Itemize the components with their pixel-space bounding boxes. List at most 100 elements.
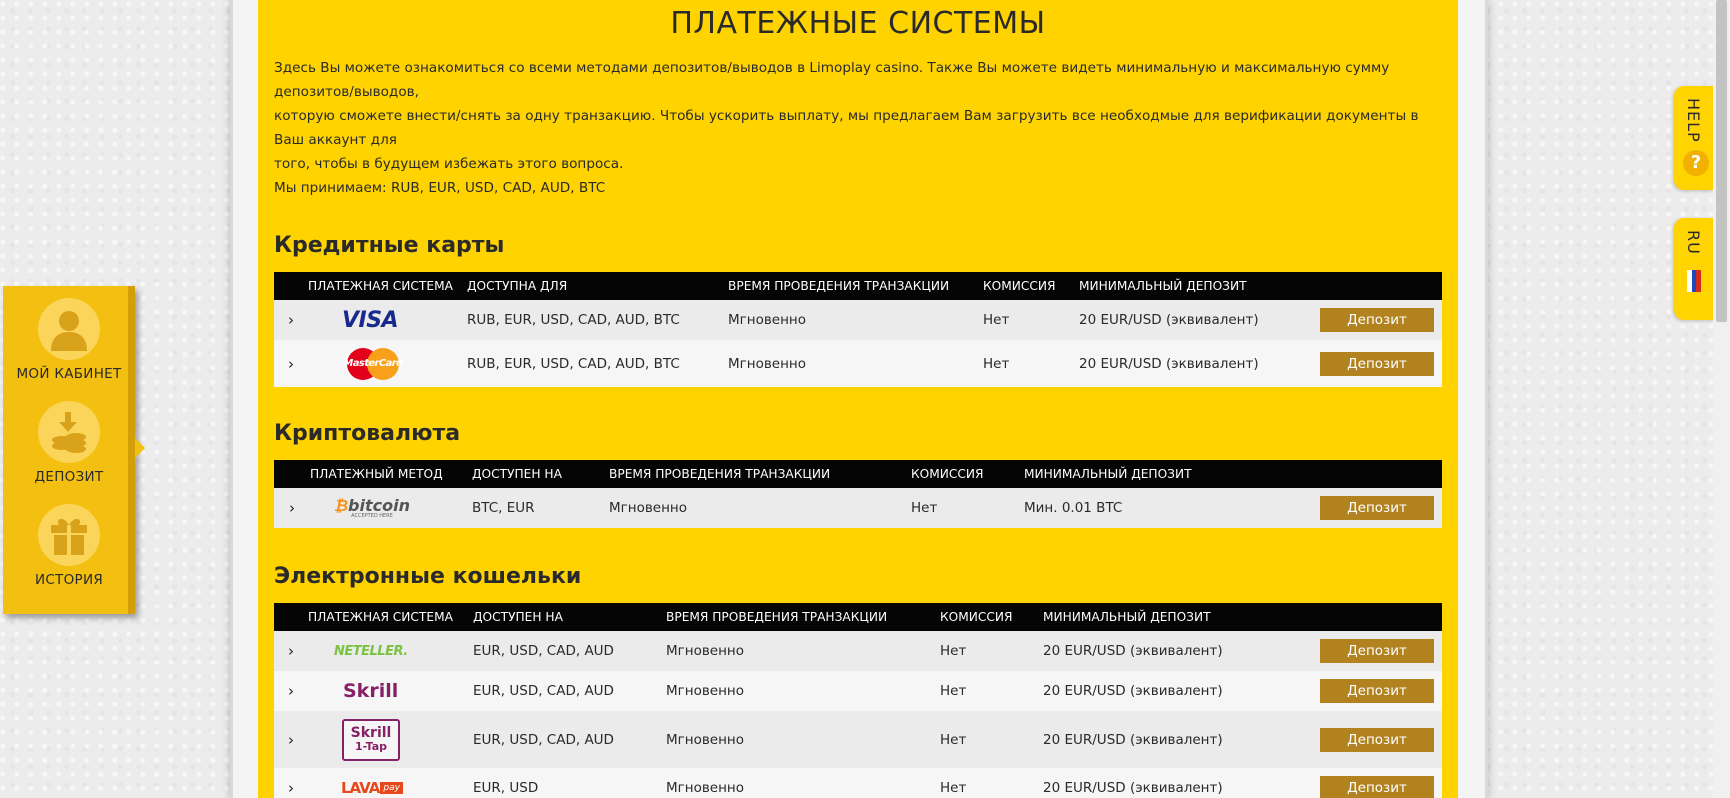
fee-cell: Нет [911, 500, 938, 516]
currencies-cell: RUB, EUR, USD, CAD, AUD, BTC [467, 312, 680, 328]
bitcoin-logo: ₿bitcoin ACCEPTED HERE [334, 495, 410, 519]
chevron-right-icon[interactable]: › [274, 711, 308, 768]
currencies-cell: EUR, USD, CAD, AUD [473, 683, 614, 699]
col-header: ДОСТУПНА ДЛЯ [467, 279, 568, 293]
min-deposit-cell: 20 EUR/USD (эквивалент) [1043, 731, 1223, 748]
intro-line: Мы принимаем: RUB, EUR, USD, CAD, AUD, B… [274, 180, 606, 196]
fee-cell: Нет [940, 643, 967, 659]
min-deposit-cell: 20 EUR/USD (эквивалент) [1043, 683, 1223, 699]
min-deposit-cell: 20 EUR/USD (эквивалент) [1043, 643, 1223, 659]
section-title-ewallet: Электронные кошельки [274, 564, 582, 589]
chevron-right-icon[interactable]: › [274, 671, 308, 711]
neteller-logo: NETELLER. [334, 644, 408, 659]
help-tab[interactable]: HELP ? [1674, 86, 1714, 190]
side-item-history[interactable]: ИСТОРИЯ [3, 504, 135, 588]
gift-icon[interactable] [38, 504, 100, 566]
col-header: ВРЕМЯ ПРОВЕДЕНИЯ ТРАНЗАКЦИИ [666, 610, 888, 624]
table-row[interactable]: › Skrill 1-Tap EUR, USD, CAD, AUD Мгнове… [274, 711, 1442, 768]
language-tab[interactable]: RU [1674, 218, 1714, 320]
side-item-cabinet[interactable]: МОЙ КАБИНЕТ [3, 298, 135, 382]
col-header: ВРЕМЯ ПРОВЕДЕНИЯ ТРАНЗАКЦИИ [609, 467, 831, 481]
fee-cell: Нет [940, 780, 967, 796]
time-cell: Мгновенно [666, 643, 745, 659]
table-row[interactable]: › NETELLER. EUR, USD, CAD, AUD Мгновенно… [274, 631, 1442, 671]
currencies-cell: EUR, USD [473, 780, 539, 796]
question-icon[interactable]: ? [1683, 150, 1709, 176]
time-cell: Мгновенно [728, 355, 807, 372]
currencies-cell: RUB, EUR, USD, CAD, AUD, BTC [467, 355, 680, 372]
col-header: ПЛАТЕЖНАЯ СИСТЕМА [308, 610, 453, 624]
fee-cell: Нет [940, 683, 967, 699]
chevron-right-icon[interactable]: › [274, 340, 308, 387]
fee-cell: Нет [940, 731, 967, 748]
currencies-cell: EUR, USD, CAD, AUD [473, 643, 614, 659]
side-label-history[interactable]: ИСТОРИЯ [3, 572, 135, 588]
currencies-cell: BTC, EUR [472, 500, 535, 516]
col-header: ВРЕМЯ ПРОВЕДЕНИЯ ТРАНЗАКЦИИ [728, 279, 950, 293]
col-header: ПЛАТЕЖНЫЙ МЕТОД [310, 467, 443, 481]
mastercard-logo: MasterCard [343, 347, 403, 381]
help-label[interactable]: HELP [1684, 98, 1703, 143]
table-row[interactable]: › ₿bitcoin ACCEPTED HERE BTC, EUR Мгнове… [274, 488, 1442, 528]
min-deposit-cell: 20 EUR/USD (эквивалент) [1079, 312, 1259, 328]
table-row[interactable]: › MasterCard RUB, EUR, USD, CAD, AUD, BT… [274, 340, 1442, 387]
col-header: ДОСТУПЕН НА [473, 610, 563, 624]
col-header: ПЛАТЕЖНАЯ СИСТЕМА [308, 279, 453, 293]
russian-flag-icon[interactable] [1687, 270, 1702, 292]
scrollbar-thumb[interactable] [1716, 0, 1727, 322]
intro-line: того, чтобы в будущем избежать этого воп… [274, 156, 624, 172]
table-row[interactable]: › LAVA pay EUR, USD Мгновенно Нет 20 EUR… [274, 768, 1442, 798]
col-header: МИНИМАЛЬНЫЙ ДЕПОЗИТ [1079, 279, 1247, 293]
intro-line: Здесь Вы можете ознакомиться со всеми ме… [274, 60, 1390, 100]
main-content: ПЛАТЕЖНЫЕ СИСТЕМЫ Здесь Вы можете ознако… [258, 0, 1458, 798]
col-header: КОМИССИЯ [940, 610, 1013, 624]
time-cell: Мгновенно [666, 780, 745, 796]
page-title: ПЛАТЕЖНЫЕ СИСТЕМЫ [670, 6, 1046, 41]
visa-logo: VISA [342, 307, 399, 333]
col-header: МИНИМАЛЬНЫЙ ДЕПОЗИТ [1043, 610, 1211, 624]
skrill-1tap-logo: Skrill 1-Tap [342, 718, 400, 761]
side-panel: МОЙ КАБИНЕТ ДЕПОЗИТ ИСТОРИЯ [3, 286, 145, 614]
min-deposit-cell: 20 EUR/USD (эквивалент) [1043, 780, 1223, 796]
fee-cell: Нет [983, 355, 1010, 372]
min-deposit-cell: 20 EUR/USD (эквивалент) [1079, 355, 1259, 372]
language-label[interactable]: RU [1684, 230, 1703, 255]
deposit-button[interactable]: Депозит [1320, 351, 1434, 376]
side-label-deposit[interactable]: ДЕПОЗИТ [3, 469, 135, 485]
deposit-button[interactable]: Депозит [1320, 308, 1434, 332]
chevron-right-icon[interactable]: › [274, 768, 308, 798]
table-header-row: ПЛАТЕЖНАЯ СИСТЕМА ДОСТУПНА ДЛЯ ВРЕМЯ ПРО… [274, 272, 1442, 300]
section-title-crypto: Криптовалюта [274, 421, 461, 446]
min-deposit-cell: Мин. 0.01 BTC [1024, 500, 1123, 516]
chevron-right-icon[interactable]: › [274, 631, 308, 671]
side-label-cabinet[interactable]: МОЙ КАБИНЕТ [3, 366, 135, 382]
col-header: МИНИМАЛЬНЫЙ ДЕПОЗИТ [1024, 467, 1192, 481]
credit-table: ПЛАТЕЖНАЯ СИСТЕМА ДОСТУПНА ДЛЯ ВРЕМЯ ПРО… [274, 272, 1442, 387]
coins-download-icon[interactable] [38, 401, 100, 463]
deposit-button[interactable]: Депозит [1320, 496, 1434, 520]
table-header-row: ПЛАТЕЖНЫЙ МЕТОД ДОСТУПЕН НА ВРЕМЯ ПРОВЕД… [274, 460, 1442, 488]
side-item-deposit[interactable]: ДЕПОЗИТ [3, 401, 135, 485]
time-cell: Мгновенно [609, 500, 688, 516]
time-cell: Мгновенно [666, 683, 745, 699]
user-icon[interactable] [38, 298, 100, 360]
time-cell: Мгновенно [666, 731, 745, 748]
skrill-logo: Skrill [343, 680, 399, 702]
table-row[interactable]: › Skrill EUR, USD, CAD, AUD Мгновенно Не… [274, 671, 1442, 711]
chevron-right-icon[interactable]: › [274, 488, 310, 528]
fee-cell: Нет [983, 312, 1010, 328]
deposit-button[interactable]: Депозит [1320, 776, 1434, 798]
deposit-button[interactable]: Депозит [1320, 679, 1434, 703]
table-row[interactable]: › VISA RUB, EUR, USD, CAD, AUD, BTC Мгно… [274, 300, 1442, 340]
deposit-button[interactable]: Депозит [1320, 639, 1434, 663]
chevron-right-icon[interactable]: › [274, 300, 308, 340]
col-header: ДОСТУПЕН НА [472, 467, 562, 481]
deposit-button[interactable]: Депозит [1320, 727, 1434, 752]
intro-text: Здесь Вы можете ознакомиться со всеми ме… [274, 56, 1442, 200]
intro-line: которую сможете внести/снять за одну тра… [274, 108, 1419, 148]
currencies-cell: EUR, USD, CAD, AUD [473, 731, 614, 748]
lavapay-logo: LAVA pay [341, 779, 403, 797]
section-title-credit: Кредитные карты [274, 233, 505, 258]
table-header-row: ПЛАТЕЖНАЯ СИСТЕМА ДОСТУПЕН НА ВРЕМЯ ПРОВ… [274, 603, 1442, 631]
ewallet-table: ПЛАТЕЖНАЯ СИСТЕМА ДОСТУПЕН НА ВРЕМЯ ПРОВ… [274, 603, 1442, 798]
